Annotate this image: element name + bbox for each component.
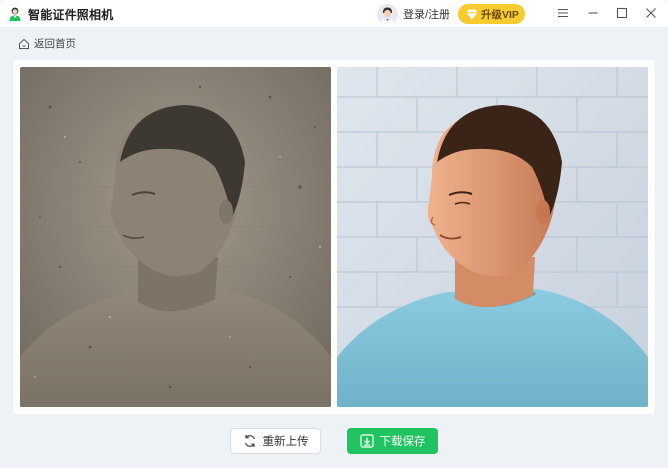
download-label: 下载保存 bbox=[379, 436, 426, 448]
vip-label: 升级VIP bbox=[481, 8, 519, 21]
back-home-label: 返回首页 bbox=[34, 38, 76, 50]
diamond-icon bbox=[466, 9, 478, 19]
avatar bbox=[377, 3, 398, 25]
hamburger-menu-icon bbox=[558, 8, 568, 18]
home-icon bbox=[19, 38, 29, 49]
upgrade-vip-button[interactable]: 升级VIP bbox=[458, 4, 525, 24]
menu-button[interactable] bbox=[555, 5, 571, 21]
close-icon bbox=[646, 8, 656, 18]
photo-comparison-panel bbox=[13, 60, 655, 414]
login-label: 登录/注册 bbox=[403, 9, 451, 21]
user-avatar-icon bbox=[377, 3, 398, 25]
original-photo bbox=[20, 67, 331, 407]
app-title: 智能证件照相机 bbox=[28, 8, 114, 22]
back-home-link[interactable]: 返回首页 bbox=[18, 36, 76, 51]
reupload-label: 重新上传 bbox=[262, 436, 309, 448]
app-window: 智能证件照相机 登录/注册 升级VIP 返回首页 重新上传 下载保存 bbox=[0, 0, 668, 468]
original-photo-image bbox=[20, 67, 331, 407]
login-register-button[interactable]: 登录/注册 bbox=[377, 3, 450, 25]
title-bar: 智能证件照相机 登录/注册 升级VIP bbox=[0, 0, 668, 27]
maximize-button[interactable] bbox=[614, 5, 630, 21]
download-save-button[interactable]: 下载保存 bbox=[347, 428, 438, 454]
download-icon bbox=[359, 434, 374, 448]
refresh-icon bbox=[244, 435, 255, 447]
close-button[interactable] bbox=[643, 5, 659, 21]
app-logo-icon bbox=[7, 5, 23, 22]
minimize-icon bbox=[588, 12, 598, 14]
reupload-button[interactable]: 重新上传 bbox=[230, 428, 321, 454]
minimize-button[interactable] bbox=[585, 5, 601, 21]
restored-photo-image bbox=[337, 67, 648, 407]
maximize-icon bbox=[616, 7, 628, 19]
restored-photo bbox=[337, 67, 648, 407]
